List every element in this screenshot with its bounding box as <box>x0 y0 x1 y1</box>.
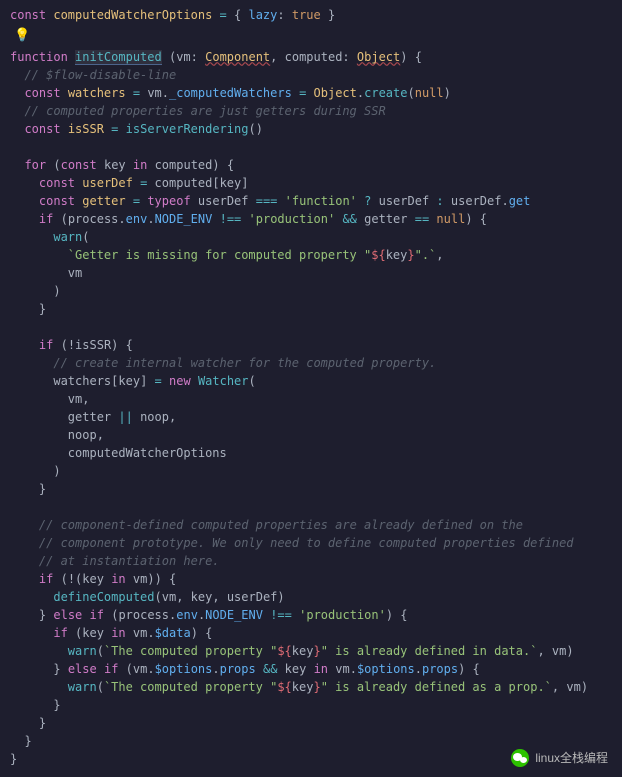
code-editor[interactable]: const computedWatcherOptions = { lazy: t… <box>10 6 612 768</box>
code-line: // at instantiation here. <box>10 552 612 570</box>
code-line: for (const key in computed) { <box>10 156 612 174</box>
code-line: noop, <box>10 426 612 444</box>
code-line: warn( <box>10 228 612 246</box>
code-line: getter || noop, <box>10 408 612 426</box>
code-line <box>10 138 612 156</box>
code-line: ) <box>10 282 612 300</box>
code-line: if (!isSSR) { <box>10 336 612 354</box>
code-line: `Getter is missing for computed property… <box>10 246 612 264</box>
code-line: const isSSR = isServerRendering() <box>10 120 612 138</box>
code-line: warn(`The computed property "${key}" is … <box>10 642 612 660</box>
code-line: warn(`The computed property "${key}" is … <box>10 678 612 696</box>
code-line: vm, <box>10 390 612 408</box>
code-line: function initComputed (vm: Component, co… <box>10 48 612 66</box>
code-line <box>10 498 612 516</box>
wechat-icon <box>511 749 529 767</box>
code-line: vm <box>10 264 612 282</box>
code-line: } <box>10 480 612 498</box>
code-line: } <box>10 300 612 318</box>
lightbulb-icon[interactable]: 💡 <box>14 26 612 46</box>
code-line: if (key in vm.$data) { <box>10 624 612 642</box>
code-line: computedWatcherOptions <box>10 444 612 462</box>
code-line: // component prototype. We only need to … <box>10 534 612 552</box>
code-line: // computed properties are just getters … <box>10 102 612 120</box>
code-line: } <box>10 696 612 714</box>
watermark-text: linux全栈编程 <box>535 749 608 767</box>
code-line: } else if (process.env.NODE_ENV !== 'pro… <box>10 606 612 624</box>
code-line: // component-defined computed properties… <box>10 516 612 534</box>
code-line: } else if (vm.$options.props && key in v… <box>10 660 612 678</box>
code-line <box>10 318 612 336</box>
code-line: } <box>10 732 612 750</box>
code-line: ) <box>10 462 612 480</box>
code-line: } <box>10 714 612 732</box>
code-line: const watchers = vm._computedWatchers = … <box>10 84 612 102</box>
watermark: linux全栈编程 <box>511 749 608 767</box>
code-line: const computedWatcherOptions = { lazy: t… <box>10 6 612 24</box>
code-line: const getter = typeof userDef === 'funct… <box>10 192 612 210</box>
code-line: if (process.env.NODE_ENV !== 'production… <box>10 210 612 228</box>
code-line: // $flow-disable-line <box>10 66 612 84</box>
code-line: defineComputed(vm, key, userDef) <box>10 588 612 606</box>
code-line: // create internal watcher for the compu… <box>10 354 612 372</box>
code-line: const userDef = computed[key] <box>10 174 612 192</box>
code-line: if (!(key in vm)) { <box>10 570 612 588</box>
code-line: watchers[key] = new Watcher( <box>10 372 612 390</box>
